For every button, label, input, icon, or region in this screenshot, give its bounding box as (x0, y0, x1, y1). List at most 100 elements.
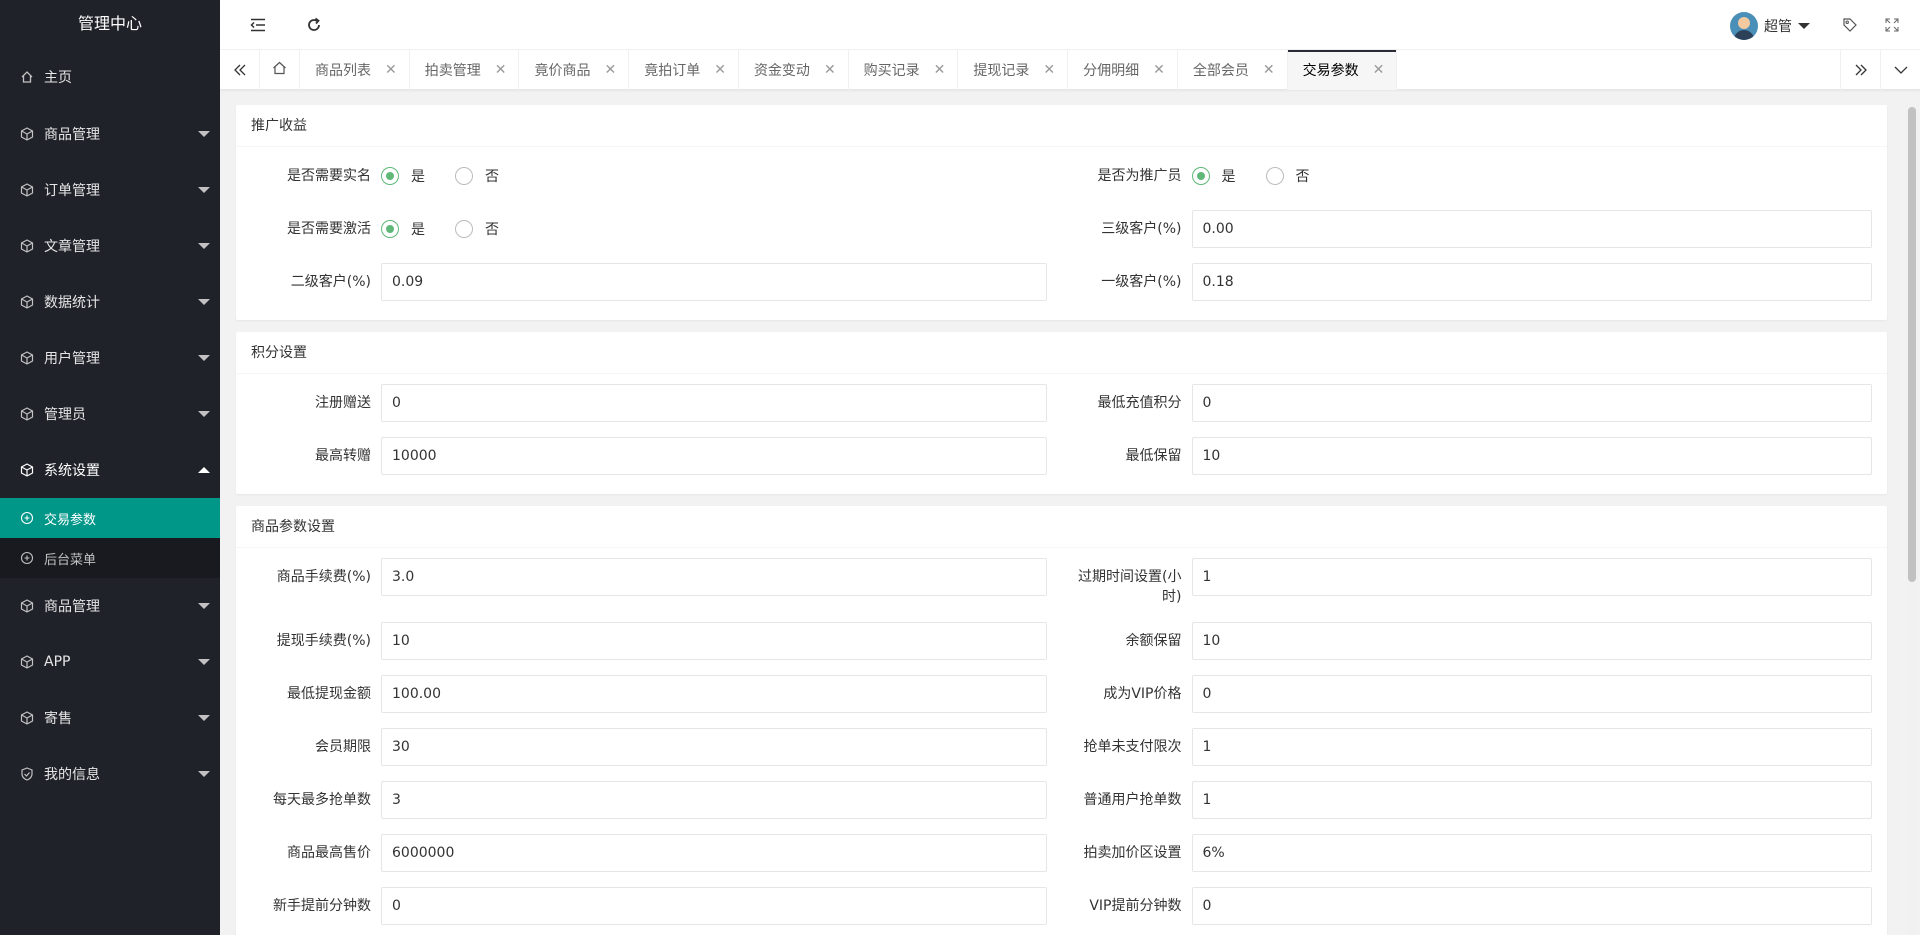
tab-scroll-left-icon[interactable] (220, 50, 260, 90)
close-icon[interactable]: ✕ (824, 62, 836, 78)
close-icon[interactable]: ✕ (495, 62, 507, 78)
tab-home[interactable] (260, 50, 300, 90)
unpaid-limit-input[interactable] (1191, 728, 1872, 766)
field-label: 余额保留 (1125, 633, 1182, 649)
close-icon[interactable]: ✕ (385, 62, 397, 78)
withdraw-fee-input[interactable] (381, 622, 1047, 660)
tab-label: 资金变动 (753, 63, 810, 79)
sidebar-item-label: 管理员 (44, 407, 86, 423)
fullscreen-icon[interactable] (1882, 15, 1902, 35)
sidebar-item-home[interactable]: 主页 (0, 48, 220, 106)
sidebar-item-stats[interactable]: 数据统计 (0, 274, 220, 330)
auction-markup-input[interactable] (1191, 834, 1872, 872)
radio-yes[interactable]: 是 (381, 166, 425, 186)
min-reserve-input[interactable] (1191, 437, 1872, 475)
max-transfer-input[interactable] (381, 437, 1047, 475)
expire-hours-input[interactable] (1191, 558, 1872, 596)
close-icon[interactable]: ✕ (1153, 62, 1165, 78)
content-scrollbar[interactable] (1906, 105, 1918, 935)
chevron-down-icon (198, 771, 210, 777)
field-min-reserve: 最低保留 (1062, 437, 1872, 475)
radio-unchecked-icon (455, 167, 473, 185)
field-min-withdraw: 最低提现金额 (251, 675, 1062, 713)
vip-advance-input[interactable] (1191, 887, 1872, 925)
field-level2-customer: 二级客户(%) (251, 263, 1062, 301)
close-icon[interactable]: ✕ (1043, 62, 1055, 78)
radio-yes[interactable]: 是 (381, 219, 425, 239)
radio-no[interactable]: 否 (455, 219, 499, 239)
radio-yes[interactable]: 是 (1191, 166, 1236, 186)
balance-reserve-input[interactable] (1191, 622, 1872, 660)
tab-trade-params[interactable]: 交易参数 ✕ (1287, 50, 1398, 90)
sidebar-item-my-info[interactable]: 我的信息 (0, 746, 220, 802)
min-recharge-points-input[interactable] (1191, 384, 1872, 422)
tab-fund-changes[interactable]: 资金变动 ✕ (739, 50, 849, 90)
tag-icon[interactable] (1840, 15, 1860, 35)
home-icon (20, 70, 34, 84)
sidebar-subitem-backend-menu[interactable]: 后台菜单 (0, 538, 220, 578)
member-period-input[interactable] (381, 728, 1047, 766)
close-icon[interactable]: ✕ (1263, 62, 1275, 78)
field-max-transfer: 最高转赠 (251, 437, 1062, 475)
vip-price-input[interactable] (1191, 675, 1872, 713)
level3-customer-input[interactable] (1191, 210, 1872, 248)
register-gift-input[interactable] (381, 384, 1047, 422)
tab-purchase-records[interactable]: 购买记录 ✕ (849, 50, 959, 90)
tab-label: 拍卖管理 (424, 63, 481, 79)
tab-auction-manage[interactable]: 拍卖管理 ✕ (410, 50, 520, 90)
tab-scroll-right-icon[interactable] (1840, 50, 1880, 90)
field-label: 商品最高售价 (287, 845, 371, 861)
close-icon[interactable]: ✕ (604, 62, 616, 78)
radio-no[interactable]: 否 (455, 166, 499, 186)
sidebar-item-admins[interactable]: 管理员 (0, 386, 220, 442)
tab-withdraw-records[interactable]: 提现记录 ✕ (958, 50, 1069, 90)
main-content: 推广收益 是否需要实名 是 否 是否为推广员 是 否 是否需要激活 是 否 三级… (220, 91, 1920, 935)
sidebar-item-goods[interactable]: 商品管理 (0, 106, 220, 162)
tab-bid-orders[interactable]: 竟拍订单 ✕ (629, 50, 739, 90)
chevron-down-icon (198, 659, 210, 665)
tab-more-chevron-down-icon[interactable] (1880, 50, 1920, 90)
tab-label: 商品列表 (315, 63, 371, 79)
daily-max-grab-input[interactable] (381, 781, 1047, 819)
plus-circle-icon (20, 511, 34, 525)
close-icon[interactable]: ✕ (934, 62, 946, 78)
menu-fold-icon[interactable] (248, 15, 268, 35)
tab-label: 提现记录 (973, 63, 1030, 79)
radio-label: 是 (1221, 169, 1236, 185)
normal-user-grab-input[interactable] (1191, 781, 1872, 819)
goods-fee-input[interactable] (381, 558, 1047, 596)
user-menu[interactable]: 超管 (1730, 12, 1810, 40)
tab-list: 商品列表 ✕ 拍卖管理 ✕ 竟价商品 ✕ 竟拍订单 ✕ 资金变动 ✕ 购买记录 ✕ 提现记录… (260, 50, 1398, 90)
sidebar-subitem-trade-params[interactable]: 交易参数 (0, 498, 220, 538)
sidebar-item-articles[interactable]: 文章管理 (0, 218, 220, 274)
min-withdraw-input[interactable] (381, 675, 1047, 713)
radio-checked-icon (1191, 167, 1210, 185)
sidebar-item-consign[interactable]: 寄售 (0, 690, 220, 746)
level1-customer-input[interactable] (1191, 263, 1872, 301)
refresh-icon[interactable] (304, 15, 324, 35)
sidebar-item-goods-2[interactable]: 商品管理 (0, 578, 220, 634)
tab-all-members[interactable]: 全部会员 ✕ (1178, 50, 1288, 90)
tab-bid-goods[interactable]: 竟价商品 ✕ (519, 50, 630, 90)
tab-label: 全部会员 (1192, 63, 1249, 79)
sidebar-item-orders[interactable]: 订单管理 (0, 162, 220, 218)
chevron-down-icon (198, 243, 210, 249)
tab-goods-list[interactable]: 商品列表 ✕ (300, 50, 410, 90)
sidebar-item-label: 系统设置 (44, 463, 100, 479)
scrollbar-thumb[interactable] (1908, 107, 1916, 582)
tab-label: 竟拍订单 (644, 63, 701, 79)
radio-label: 否 (485, 169, 499, 185)
level2-customer-input[interactable] (381, 263, 1047, 301)
caret-down-icon (1798, 23, 1810, 29)
newbie-advance-input[interactable] (381, 887, 1047, 925)
sidebar-item-app[interactable]: APP (0, 634, 220, 690)
sidebar-item-users[interactable]: 用户管理 (0, 330, 220, 386)
max-price-input[interactable] (381, 834, 1047, 872)
cube-icon (20, 655, 34, 669)
close-icon[interactable]: ✕ (714, 62, 726, 78)
tab-commission-details[interactable]: 分佣明细 ✕ (1068, 50, 1178, 90)
sidebar-item-system-settings[interactable]: 系统设置 (0, 442, 220, 498)
close-icon[interactable]: ✕ (1373, 62, 1385, 78)
sidebar-item-label: 商品管理 (44, 127, 100, 143)
radio-no[interactable]: 否 (1265, 166, 1310, 186)
